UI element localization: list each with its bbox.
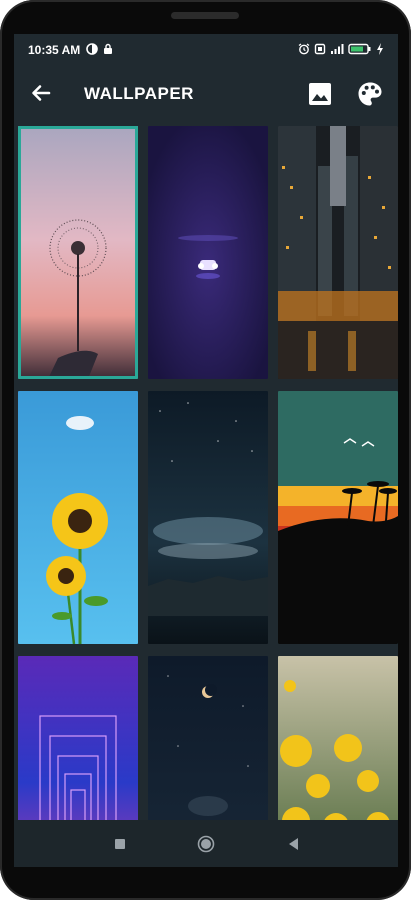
signal-icon bbox=[331, 44, 344, 54]
wallpaper-tile-neon-tunnel[interactable] bbox=[18, 656, 138, 820]
screen: 10:35 AM WALLPAPER bbox=[14, 34, 398, 867]
system-nav-bar bbox=[14, 820, 398, 867]
home-icon[interactable] bbox=[195, 833, 217, 855]
back-icon[interactable] bbox=[283, 833, 305, 855]
app-bar: WALLPAPER bbox=[14, 66, 398, 122]
wallpaper-tile-sunset-palms[interactable] bbox=[278, 391, 398, 644]
lock-icon bbox=[104, 43, 112, 54]
wallpaper-tile-moon-night[interactable] bbox=[148, 656, 268, 820]
alarm-icon bbox=[298, 43, 310, 55]
wallpaper-tile-dandelion[interactable] bbox=[18, 126, 138, 379]
speaker-grille bbox=[171, 12, 239, 19]
data-saver-icon bbox=[86, 43, 98, 55]
image-icon[interactable] bbox=[306, 80, 334, 108]
arrow-left-icon[interactable] bbox=[28, 80, 54, 106]
wallpaper-tile-sunflowers[interactable] bbox=[18, 391, 138, 644]
status-time: 10:35 AM bbox=[28, 43, 81, 57]
wallpaper-tile-yellow-flowers[interactable] bbox=[278, 656, 398, 820]
status-right-icons bbox=[298, 43, 384, 55]
status-left-icons bbox=[86, 43, 114, 55]
status-bar: 10:35 AM bbox=[14, 34, 398, 66]
wallpaper-grid bbox=[18, 126, 398, 820]
battery-icon bbox=[348, 43, 371, 55]
page-title: WALLPAPER bbox=[84, 84, 194, 103]
recent-apps-icon[interactable] bbox=[109, 833, 131, 855]
phone-frame: 10:35 AM WALLPAPER bbox=[0, 0, 411, 900]
wallpaper-tile-night-sky-clouds[interactable] bbox=[148, 391, 268, 644]
wallpaper-tile-night-car[interactable] bbox=[148, 126, 268, 379]
palette-icon[interactable] bbox=[356, 80, 384, 108]
vibrate-icon bbox=[314, 43, 326, 55]
wallpaper-tile-city-street[interactable] bbox=[278, 126, 398, 379]
charging-icon bbox=[377, 43, 383, 55]
